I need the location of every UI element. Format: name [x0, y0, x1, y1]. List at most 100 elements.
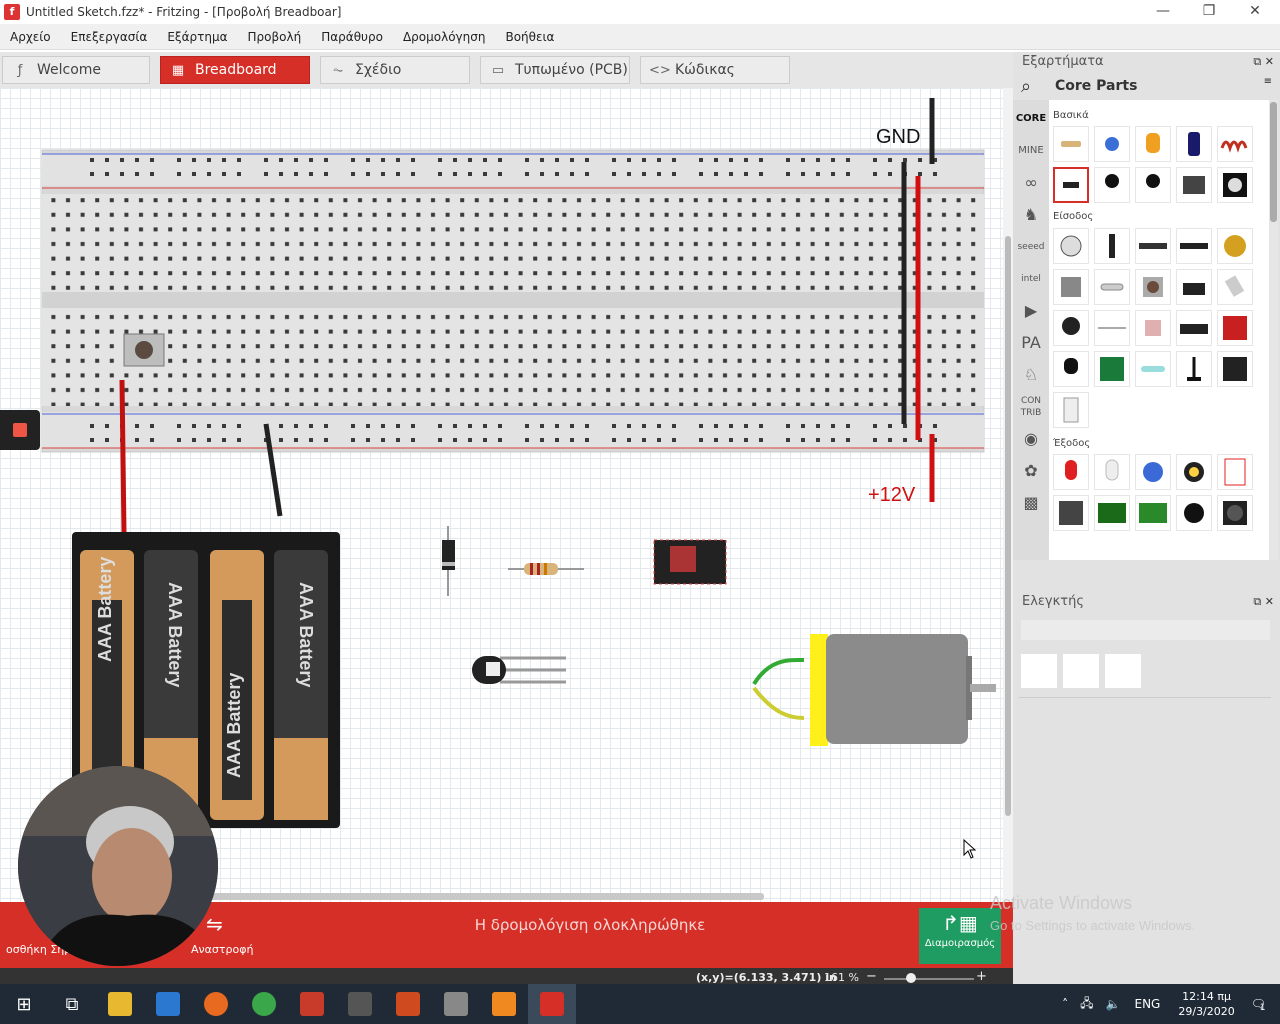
part-tilt-switch[interactable]	[1217, 269, 1253, 305]
bin-contrib[interactable]: CON TRIB	[1013, 392, 1049, 422]
part-piezo[interactable]	[1217, 228, 1253, 264]
part-rotary-pot[interactable]	[1094, 228, 1130, 264]
part-capacitor-electrolytic[interactable]	[1176, 126, 1212, 162]
part-switch[interactable]	[1176, 269, 1212, 305]
windows-start-icon[interactable]: ⊞	[0, 984, 48, 1024]
part-potentiometer[interactable]	[1053, 228, 1089, 264]
part-humidity-sensor[interactable]	[1053, 392, 1089, 428]
fritzing-taskbar-icon[interactable]	[528, 984, 576, 1024]
tab-schematic[interactable]: ⏦ Σχέδιο	[320, 56, 470, 84]
kicad-icon[interactable]	[432, 984, 480, 1024]
mail-icon[interactable]	[144, 984, 192, 1024]
search-icon[interactable]: ⌕	[1021, 76, 1031, 97]
record-button[interactable]	[0, 410, 40, 450]
menu-part[interactable]: Εξάρτημα	[157, 30, 237, 44]
part-transistor-pnp[interactable]	[1094, 167, 1130, 203]
network-icon[interactable]: 🖧	[1080, 994, 1093, 1015]
flip-icon[interactable]: ⇋	[206, 912, 223, 936]
arduino-icon[interactable]: ∞	[1013, 168, 1049, 198]
flower-icon[interactable]: ✿	[1013, 456, 1049, 486]
language-indicator[interactable]: ENG	[1135, 997, 1161, 1011]
bin-core[interactable]: CORE	[1013, 104, 1049, 134]
part-antenna[interactable]	[1176, 351, 1212, 387]
part-speaker[interactable]	[1176, 495, 1212, 531]
maximize-button[interactable]: ❐	[1186, 0, 1232, 24]
dc-motor[interactable]	[752, 634, 996, 746]
part-led-rgb[interactable]	[1094, 454, 1130, 490]
parts-scroll-thumb[interactable]	[1270, 102, 1277, 222]
zoom-slider[interactable]	[884, 978, 974, 980]
part-wire[interactable]	[1094, 310, 1130, 346]
relay[interactable]	[653, 539, 727, 585]
part-buzzer[interactable]	[1217, 495, 1253, 531]
part-reed-glass[interactable]	[1135, 351, 1171, 387]
zoom-out-icon[interactable]: −	[866, 969, 877, 984]
file-explorer-icon[interactable]	[96, 984, 144, 1024]
tab-welcome[interactable]: ƒ Welcome	[2, 56, 150, 84]
part-lcd-small[interactable]	[1135, 495, 1171, 531]
chevron-up-icon[interactable]: ˄	[1062, 997, 1068, 1011]
part-dip-switch[interactable]	[1176, 228, 1212, 264]
chip-icon[interactable]: ▩	[1013, 488, 1049, 518]
task-view-icon[interactable]: ⧉	[48, 984, 96, 1024]
part-temp-sensor[interactable]	[1053, 351, 1089, 387]
part-photocell[interactable]	[1053, 310, 1089, 346]
tab-breadboard[interactable]: ▦ Breadboard	[160, 56, 310, 84]
part-led-matrix[interactable]	[1053, 495, 1089, 531]
part-led-red[interactable]	[1053, 454, 1089, 490]
tab-pcb[interactable]: ▭ Τυπωμένο (PCB)	[480, 56, 630, 84]
zoom-slider-handle[interactable]	[906, 973, 916, 983]
menu-file[interactable]: Αρχείο	[0, 30, 61, 44]
panel-float-close-icon[interactable]: ⧉ ✕	[1253, 52, 1274, 72]
part-fsr[interactable]	[1135, 310, 1171, 346]
menu-view[interactable]: Προβολή	[238, 30, 312, 44]
clock[interactable]: 12:14 πμ 29/3/2020	[1178, 989, 1234, 1019]
resistor[interactable]	[508, 563, 584, 575]
video-icon[interactable]: ▶	[1013, 296, 1049, 326]
part-transistor-npn[interactable]	[1135, 167, 1171, 203]
bin-pa[interactable]: PA	[1013, 328, 1049, 358]
tab-code[interactable]: <> Κώδικας	[640, 56, 790, 84]
bin-intel[interactable]: intel	[1013, 264, 1049, 294]
zoom-in-icon[interactable]: +	[976, 969, 987, 984]
notifications-icon[interactable]: 🗨 1	[1251, 997, 1266, 1013]
part-slide-pot[interactable]	[1135, 228, 1171, 264]
part-reed-switch[interactable]	[1094, 269, 1130, 305]
app-icon-red[interactable]	[288, 984, 336, 1024]
part-accelerometer[interactable]	[1217, 310, 1253, 346]
bin-seeed[interactable]: seeed	[1013, 232, 1049, 262]
bin-mine[interactable]: MINE	[1013, 136, 1049, 166]
rotate-label[interactable]: Αναστροφή	[191, 943, 253, 956]
part-sensor-board[interactable]	[1094, 351, 1130, 387]
part-lcd[interactable]	[1094, 495, 1130, 531]
battery-red-wire[interactable]	[119, 379, 127, 535]
part-pushbutton[interactable]	[1135, 269, 1171, 305]
diode[interactable]	[442, 526, 455, 596]
calculator-icon[interactable]	[336, 984, 384, 1024]
animal-icon[interactable]: ♘	[1013, 360, 1049, 390]
vertical-scroll-thumb[interactable]	[1005, 236, 1011, 816]
part-mystery[interactable]	[1217, 167, 1253, 203]
vertical-scrollbar[interactable]	[1003, 88, 1013, 902]
close-button[interactable]: ✕	[1232, 0, 1278, 24]
powerpoint-icon[interactable]	[384, 984, 432, 1024]
part-inductor[interactable]	[1217, 126, 1253, 162]
part-rfid[interactable]	[1217, 351, 1253, 387]
menu-window[interactable]: Παράθυρο	[311, 30, 393, 44]
parts-scrollbar[interactable]	[1269, 100, 1278, 560]
snootlab-icon[interactable]: ♞	[1013, 200, 1049, 230]
app-icon-orange[interactable]	[480, 984, 528, 1024]
menu-edit[interactable]: Επεξεργασία	[61, 30, 158, 44]
breadboard[interactable]	[41, 149, 985, 453]
part-ir-sensor[interactable]	[1176, 310, 1212, 346]
chrome-icon[interactable]	[240, 984, 288, 1024]
firefox-icon[interactable]	[192, 984, 240, 1024]
bin-menu-icon[interactable]: ≡	[1264, 76, 1272, 87]
share-button[interactable]: ↱▦ Διαμοιρασμός	[919, 908, 1001, 964]
inspector-title-field[interactable]	[1021, 620, 1270, 640]
part-seven-segment[interactable]	[1217, 454, 1253, 490]
transistor[interactable]	[472, 656, 566, 684]
part-mosfet[interactable]	[1176, 167, 1212, 203]
part-capacitor-tantalum[interactable]	[1135, 126, 1171, 162]
misc-icon[interactable]: ◉	[1013, 424, 1049, 454]
